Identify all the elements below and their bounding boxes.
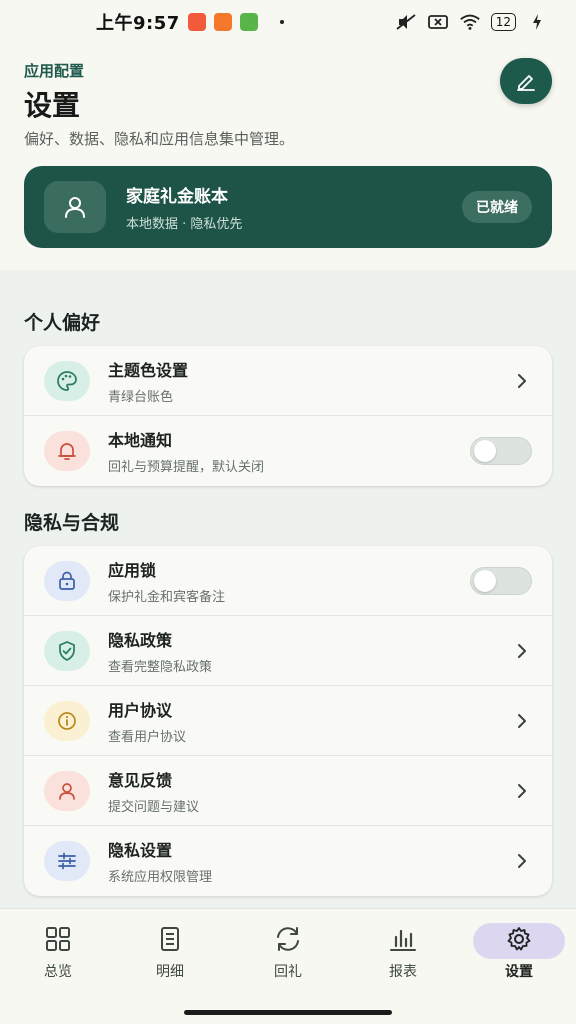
chevron-right-icon — [512, 781, 532, 801]
shield-icon — [44, 630, 90, 671]
notification-app-icon — [187, 13, 206, 31]
account-text: 家庭礼金账本 本地数据 · 隐私优先 — [126, 182, 462, 232]
palette-icon — [44, 360, 90, 401]
app-lock-toggle[interactable] — [470, 566, 532, 595]
chevron-right-icon — [512, 641, 532, 661]
grid-icon — [30, 923, 86, 955]
lock-icon — [44, 560, 90, 601]
battery-indicator: 12 — [490, 13, 516, 31]
personal-settings-card: 主题色设置 青绿台账色 本地通知 回礼与预算提醒，默认关闭 — [24, 346, 552, 486]
more-notifications-dot — [279, 20, 284, 24]
row-text: 主题色设置 青绿台账色 — [108, 357, 512, 405]
account-card[interactable]: 家庭礼金账本 本地数据 · 隐私优先 已就绪 — [24, 166, 552, 248]
nav-label: 总览 — [44, 964, 72, 980]
status-left: 上午9:57 — [96, 9, 284, 35]
privacy-settings-card: 应用锁 保护礼金和宾客备注 隐私政策 查看完整隐私政策 用户协议 查看用户协议 — [24, 546, 552, 896]
section-title-privacy: 隐私与合规 — [24, 512, 120, 534]
toggle-knob — [474, 440, 496, 462]
status-time: 上午9:57 — [96, 13, 180, 34]
feedback-row[interactable]: 意见反馈 提交问题与建议 — [24, 756, 552, 826]
privacy-settings-row[interactable]: 隐私设置 系统应用权限管理 — [24, 826, 552, 896]
bottom-navigation: 总览 明细 回礼 报表 设置 — [0, 908, 576, 1024]
row-title: 隐私政策 — [108, 630, 173, 650]
app-lock-row: 应用锁 保护礼金和宾客备注 — [24, 546, 552, 616]
row-text: 隐私设置 系统应用权限管理 — [108, 837, 512, 885]
account-meta: 本地数据 · 隐私优先 — [126, 217, 243, 232]
row-subtitle: 保护礼金和宾客备注 — [108, 589, 226, 605]
nav-label: 明细 — [156, 964, 184, 980]
account-avatar — [44, 181, 106, 233]
nav-label: 报表 — [389, 964, 417, 980]
page-subtitle: 偏好、数据、隐私和应用信息集中管理。 — [24, 130, 295, 148]
settings-header: 应用配置 设置 偏好、数据、隐私和应用信息集中管理。 家庭礼金账本 本地数据 ·… — [0, 44, 576, 270]
row-title: 本地通知 — [108, 431, 173, 450]
section-title-personal: 个人偏好 — [24, 312, 101, 334]
row-text: 本地通知 回礼与预算提醒，默认关闭 — [108, 427, 470, 475]
notification-toggle[interactable] — [470, 437, 532, 465]
row-subtitle: 青绿台账色 — [108, 389, 174, 405]
row-subtitle: 查看用户协议 — [108, 729, 187, 745]
nav-item-return-gift[interactable]: 回礼 — [240, 923, 336, 987]
status-right: 12 — [395, 13, 548, 31]
row-text: 意见反馈 提交问题与建议 — [108, 767, 512, 815]
row-subtitle: 查看完整隐私政策 — [108, 659, 213, 675]
person-icon — [44, 770, 90, 811]
status-bar: 上午9:57 12 — [0, 0, 576, 44]
gear-icon — [491, 923, 547, 955]
list-icon — [142, 923, 198, 955]
nav-label: 设置 — [505, 964, 533, 980]
sliders-icon — [44, 841, 90, 881]
row-text: 隐私政策 查看完整隐私政策 — [108, 627, 512, 675]
chevron-right-icon — [512, 711, 532, 731]
home-indicator[interactable] — [184, 1010, 392, 1015]
charging-icon — [526, 13, 548, 31]
user-agreement-row[interactable]: 用户协议 查看用户协议 — [24, 686, 552, 756]
row-text: 用户协议 查看用户协议 — [108, 697, 512, 745]
bar-chart-icon — [375, 923, 431, 955]
theme-color-row[interactable]: 主题色设置 青绿台账色 — [24, 346, 552, 416]
nav-item-details[interactable]: 明细 — [122, 923, 218, 987]
account-name: 家庭礼金账本 — [126, 187, 228, 207]
nav-item-overview[interactable]: 总览 — [10, 923, 106, 987]
row-title: 用户协议 — [108, 700, 173, 720]
privacy-policy-row[interactable]: 隐私政策 查看完整隐私政策 — [24, 616, 552, 686]
edit-button[interactable] — [500, 58, 552, 104]
chevron-right-icon — [512, 851, 532, 871]
row-subtitle: 提交问题与建议 — [108, 799, 200, 815]
nav-item-reports[interactable]: 报表 — [355, 923, 451, 987]
bell-icon — [44, 431, 90, 471]
row-subtitle: 回礼与预算提醒，默认关闭 — [108, 460, 265, 475]
nav-item-settings[interactable]: 设置 — [471, 923, 567, 987]
info-icon — [44, 700, 90, 741]
local-notification-row: 本地通知 回礼与预算提醒，默认关闭 — [24, 416, 552, 486]
row-title: 主题色设置 — [108, 360, 189, 380]
user-icon — [65, 197, 85, 218]
toggle-knob — [474, 569, 496, 592]
page-title: 设置 — [24, 89, 81, 122]
download-notification-icon — [239, 13, 258, 31]
row-title: 意见反馈 — [108, 770, 173, 790]
row-subtitle: 系统应用权限管理 — [108, 870, 213, 885]
wifi-icon — [459, 13, 481, 31]
row-text: 应用锁 保护礼金和宾客备注 — [108, 557, 470, 605]
status-badge: 已就绪 — [462, 191, 532, 223]
row-title: 隐私设置 — [108, 841, 173, 860]
pencil-icon — [517, 75, 535, 91]
notification-app-icon — [213, 13, 232, 31]
sim-off-icon — [427, 13, 449, 31]
nav-label: 回礼 — [274, 964, 302, 980]
header-eyebrow: 应用配置 — [24, 62, 85, 80]
mute-vibrate-icon — [395, 13, 417, 31]
refresh-icon — [260, 923, 316, 955]
row-title: 应用锁 — [108, 560, 157, 580]
chevron-right-icon — [512, 371, 532, 391]
